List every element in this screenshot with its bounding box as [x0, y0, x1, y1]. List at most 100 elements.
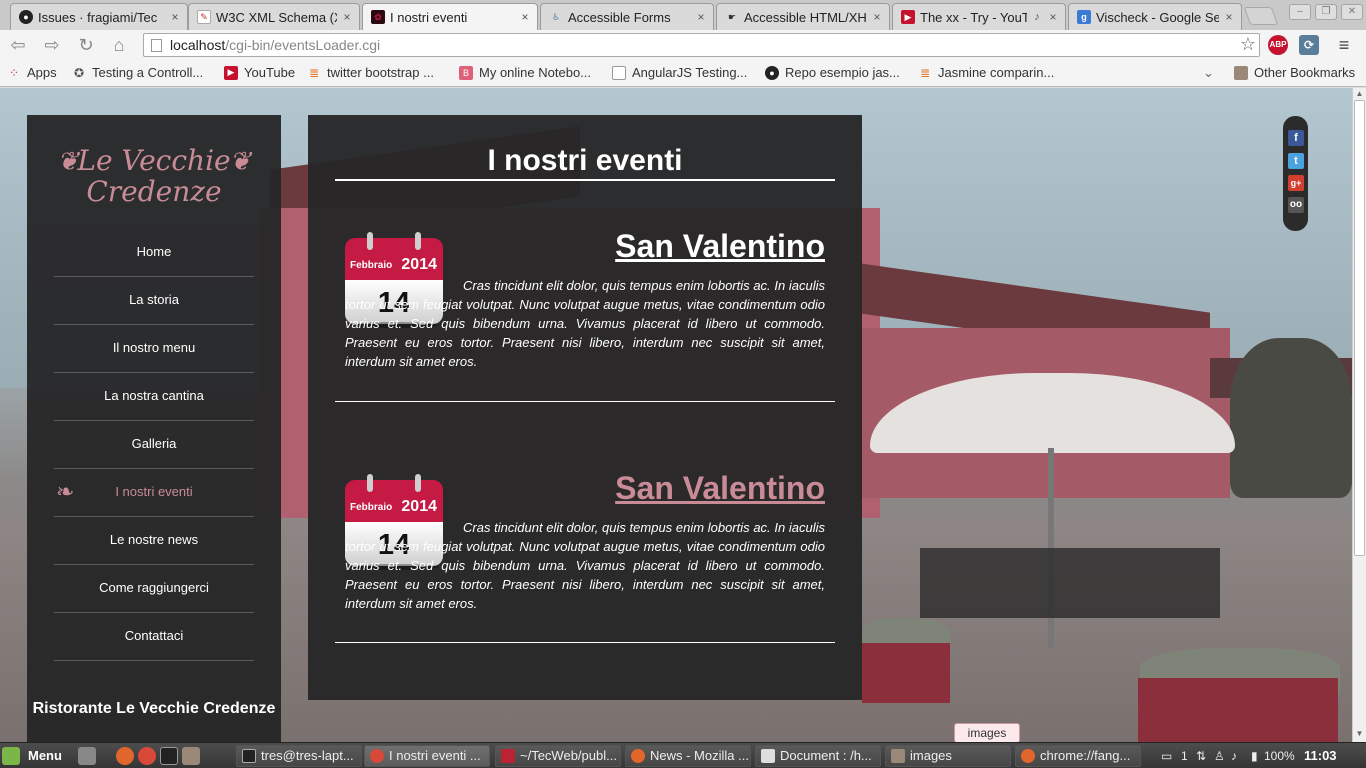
- hand-icon: ☛: [727, 11, 737, 22]
- browser-tab[interactable]: ● Issues · fragiami/Tec ×: [10, 3, 188, 30]
- background-table: [920, 548, 1220, 618]
- nav-item-raggiungerci[interactable]: Come raggiungerci: [54, 565, 254, 613]
- terminal-icon[interactable]: [160, 747, 178, 765]
- stackoverflow-icon: ≣: [919, 65, 931, 80]
- bookmark-item[interactable]: AngularJS Testing...: [612, 65, 747, 80]
- page-icon: [612, 65, 626, 80]
- twitter-icon[interactable]: t: [1288, 153, 1304, 169]
- nav-item-storia[interactable]: La storia: [54, 277, 254, 325]
- volume-icon[interactable]: ♪: [1231, 747, 1237, 765]
- taskbar-task[interactable]: Document : /h...: [755, 745, 881, 767]
- firefox-icon[interactable]: [116, 747, 134, 765]
- close-icon[interactable]: ×: [341, 10, 353, 24]
- facebook-icon[interactable]: f: [1288, 130, 1304, 146]
- close-icon[interactable]: ×: [1047, 10, 1059, 24]
- camera-icon[interactable]: [78, 747, 96, 765]
- start-menu-button[interactable]: Menu: [2, 746, 62, 766]
- bookmark-item[interactable]: ≣ twitter bootstrap ...: [307, 65, 434, 80]
- maximize-button[interactable]: ❐: [1315, 4, 1337, 20]
- home-button[interactable]: ⌂: [107, 34, 131, 56]
- site-logo[interactable]: ❦ ❦ Le Vecchie Credenze: [27, 145, 281, 207]
- taskbar-task[interactable]: chrome://fang...: [1015, 745, 1141, 767]
- back-button[interactable]: ⇦: [6, 34, 30, 56]
- other-bookmarks[interactable]: Other Bookmarks: [1234, 65, 1355, 80]
- close-icon[interactable]: ×: [519, 10, 531, 24]
- background-planter: [1138, 678, 1338, 742]
- user-icon[interactable]: ♙: [1214, 747, 1225, 765]
- chrome-icon: [370, 749, 384, 763]
- chrome-menu-icon[interactable]: ≡: [1334, 35, 1354, 55]
- bookmarks-overflow-icon[interactable]: ⌄: [1203, 65, 1214, 81]
- close-icon[interactable]: ×: [1223, 10, 1235, 24]
- bookmark-item[interactable]: ≣ Jasmine comparin...: [918, 65, 1054, 80]
- minimize-button[interactable]: –: [1289, 4, 1311, 20]
- battery-icon[interactable]: ▮: [1251, 747, 1258, 765]
- bookmark-label: Testing a Controll...: [92, 65, 204, 80]
- events-panel: I nostri eventi Febbraio 2014 14 San Val…: [308, 115, 862, 700]
- download-bubble[interactable]: images: [954, 723, 1020, 743]
- bookmark-item[interactable]: ✪ Testing a Controll...: [72, 65, 203, 80]
- accessible-icon: ♿: [551, 11, 561, 22]
- browser-tab[interactable]: ✎ W3C XML Schema (X ×: [188, 3, 360, 30]
- address-bar[interactable]: localhost/cgi-bin/eventsLoader.cgi ☆: [143, 33, 1260, 57]
- nav-item-eventi[interactable]: ❧ I nostri eventi: [54, 469, 254, 517]
- blogger-icon: B: [459, 65, 473, 80]
- bookmark-item[interactable]: B My online Notebo...: [459, 65, 591, 80]
- scroll-up-icon[interactable]: ▲: [1353, 89, 1366, 98]
- notification-count[interactable]: 1: [1181, 747, 1188, 765]
- close-icon[interactable]: ×: [871, 10, 883, 24]
- scroll-down-icon[interactable]: ▼: [1353, 729, 1366, 738]
- url-host: localhost: [170, 37, 226, 53]
- bookmark-label: My online Notebo...: [479, 65, 592, 80]
- folder-icon[interactable]: [182, 747, 200, 765]
- adblock-icon[interactable]: ABP: [1268, 35, 1288, 55]
- taskbar-task[interactable]: images: [885, 745, 1011, 767]
- taskbar-task[interactable]: ~/TecWeb/publ...: [495, 745, 621, 767]
- extension-icon[interactable]: ⟳: [1299, 35, 1319, 55]
- event-title-link[interactable]: San Valentino: [615, 228, 825, 264]
- w3c-icon: ✎: [197, 10, 211, 24]
- close-icon[interactable]: ×: [169, 10, 181, 24]
- browser-tab-active[interactable]: ✿ I nostri eventi ×: [362, 3, 538, 30]
- taskbar-task[interactable]: tres@tres-lapt...: [236, 745, 362, 767]
- chat-icon[interactable]: ▭: [1161, 747, 1172, 765]
- site-sidebar: ❦ ❦ Le Vecchie Credenze Home La storia I…: [27, 115, 281, 742]
- nav-item-menu[interactable]: Il nostro menu: [54, 325, 254, 373]
- social-bar: f t g+ oo: [1283, 116, 1308, 231]
- new-tab-button[interactable]: [1243, 7, 1279, 25]
- page-scrollbar[interactable]: ▲ ▼: [1352, 88, 1366, 742]
- nav-item-contattaci[interactable]: Contattaci: [54, 613, 254, 661]
- google-icon: g: [1077, 10, 1091, 24]
- google-plus-icon[interactable]: g+: [1288, 175, 1304, 191]
- browser-tab[interactable]: ♿ Accessible Forms ×: [540, 3, 714, 30]
- reload-button[interactable]: ↻: [74, 34, 98, 56]
- task-label: tres@tres-lapt...: [261, 748, 354, 763]
- bookmark-item[interactable]: ● Repo esempio jas...: [765, 65, 900, 80]
- event-title-link[interactable]: San Valentino: [615, 470, 825, 506]
- tripadvisor-icon[interactable]: oo: [1288, 197, 1304, 213]
- close-window-button[interactable]: ✕: [1341, 4, 1363, 20]
- nav-item-home[interactable]: Home: [54, 229, 254, 277]
- clock[interactable]: 11:03: [1304, 747, 1337, 765]
- scrollbar-thumb[interactable]: [1354, 100, 1365, 556]
- taskbar-task[interactable]: News - Mozilla ...: [625, 745, 751, 767]
- network-icon[interactable]: ⇅: [1196, 747, 1206, 765]
- chrome-icon[interactable]: [138, 747, 156, 765]
- bookmark-item[interactable]: ▶ YouTube: [224, 65, 295, 80]
- close-icon[interactable]: ×: [695, 10, 707, 24]
- forward-button[interactable]: ⇨: [40, 34, 64, 56]
- task-label: chrome://fang...: [1040, 748, 1131, 763]
- tab-title: The xx - Try - YouT: [920, 9, 1027, 25]
- nav-item-galleria[interactable]: Galleria: [54, 421, 254, 469]
- taskbar-task-active[interactable]: I nostri eventi ...: [364, 745, 490, 767]
- nav-item-news[interactable]: Le nostre news: [54, 517, 254, 565]
- task-label: News - Mozilla ...: [650, 748, 749, 763]
- browser-tab[interactable]: ☛ Accessible HTML/XHT ×: [716, 3, 890, 30]
- bookmark-star-icon[interactable]: ☆: [1240, 33, 1256, 55]
- browser-tab[interactable]: ▶ The xx - Try - YouT ♪ ×: [892, 3, 1066, 30]
- nav-item-cantina[interactable]: La nostra cantina: [54, 373, 254, 421]
- browser-tab[interactable]: g Vischeck - Google Se ×: [1068, 3, 1242, 30]
- bookmark-item[interactable]: ⁘ Apps: [7, 65, 57, 80]
- event-item: Febbraio 2014 14 San Valentino Cras tinc…: [345, 228, 825, 398]
- nav-label: Il nostro menu: [112, 340, 196, 355]
